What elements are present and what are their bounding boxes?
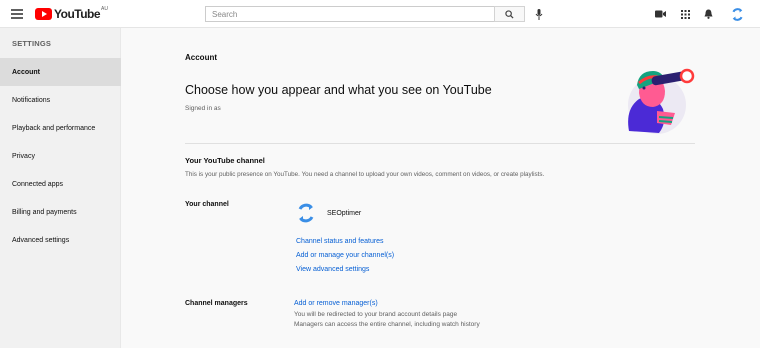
managers-note-access: Managers can access the entire channel, … [294,321,480,328]
sidebar-item-advanced[interactable]: Advanced settings [0,226,121,254]
section-divider [185,143,695,144]
channel-section-description: This is your public presence on YouTube.… [185,171,545,178]
sidebar-item-notifications[interactable]: Notifications [0,86,121,114]
search-input[interactable]: Search [205,6,495,22]
video-camera-icon [654,10,666,18]
search-button[interactable] [494,6,525,22]
apps-button[interactable] [678,7,692,21]
top-bar: YouTube AU Search [0,0,760,28]
settings-sidebar: SETTINGS Account Notifications Playback … [0,28,121,348]
mic-button[interactable] [534,7,544,21]
account-settings-main: Account Choose how you appear and what y… [121,28,760,348]
channel-name: SEOptimer [327,210,362,217]
bell-icon [704,9,712,19]
sidebar-item-account[interactable]: Account [0,58,121,86]
sidebar-heading: SETTINGS [12,39,52,48]
channel-managers-label: Channel managers [185,300,248,307]
search-icon [505,9,514,19]
account-avatar-icon [731,7,743,21]
account-avatar[interactable] [729,6,745,22]
logo-region: AU [101,6,108,12]
notifications-button[interactable] [701,7,715,21]
channel-section-title: Your YouTube channel [185,156,265,165]
manage-managers-link[interactable]: Add or remove manager(s) [294,300,378,307]
sidebar-item-connected-apps[interactable]: Connected apps [0,170,121,198]
sidebar-item-billing[interactable]: Billing and payments [0,198,121,226]
manage-channels-link[interactable]: Add or manage your channel(s) [296,252,394,259]
sidebar-item-privacy[interactable]: Privacy [0,142,121,170]
apps-grid-icon [680,9,690,19]
create-video-button[interactable] [653,7,667,21]
logo-text: YouTube [54,7,101,21]
your-channel-label: Your channel [185,201,229,208]
section-title: Account [185,53,217,62]
channel-avatar-icon [298,203,314,223]
page-headline: Choose how you appear and what you see o… [185,83,492,97]
binoculars-illustration [628,68,695,134]
advanced-settings-link[interactable]: View advanced settings [296,266,369,273]
signed-in-text: Signed in as [185,105,221,112]
mic-icon [535,8,543,20]
youtube-logo[interactable]: YouTube AU [35,6,108,21]
sidebar-item-playback[interactable]: Playback and performance [0,114,121,142]
menu-icon[interactable] [11,9,23,19]
youtube-play-icon [35,8,52,20]
managers-note-redirect: You will be redirected to your brand acc… [294,311,458,318]
channel-status-link[interactable]: Channel status and features [296,238,384,245]
